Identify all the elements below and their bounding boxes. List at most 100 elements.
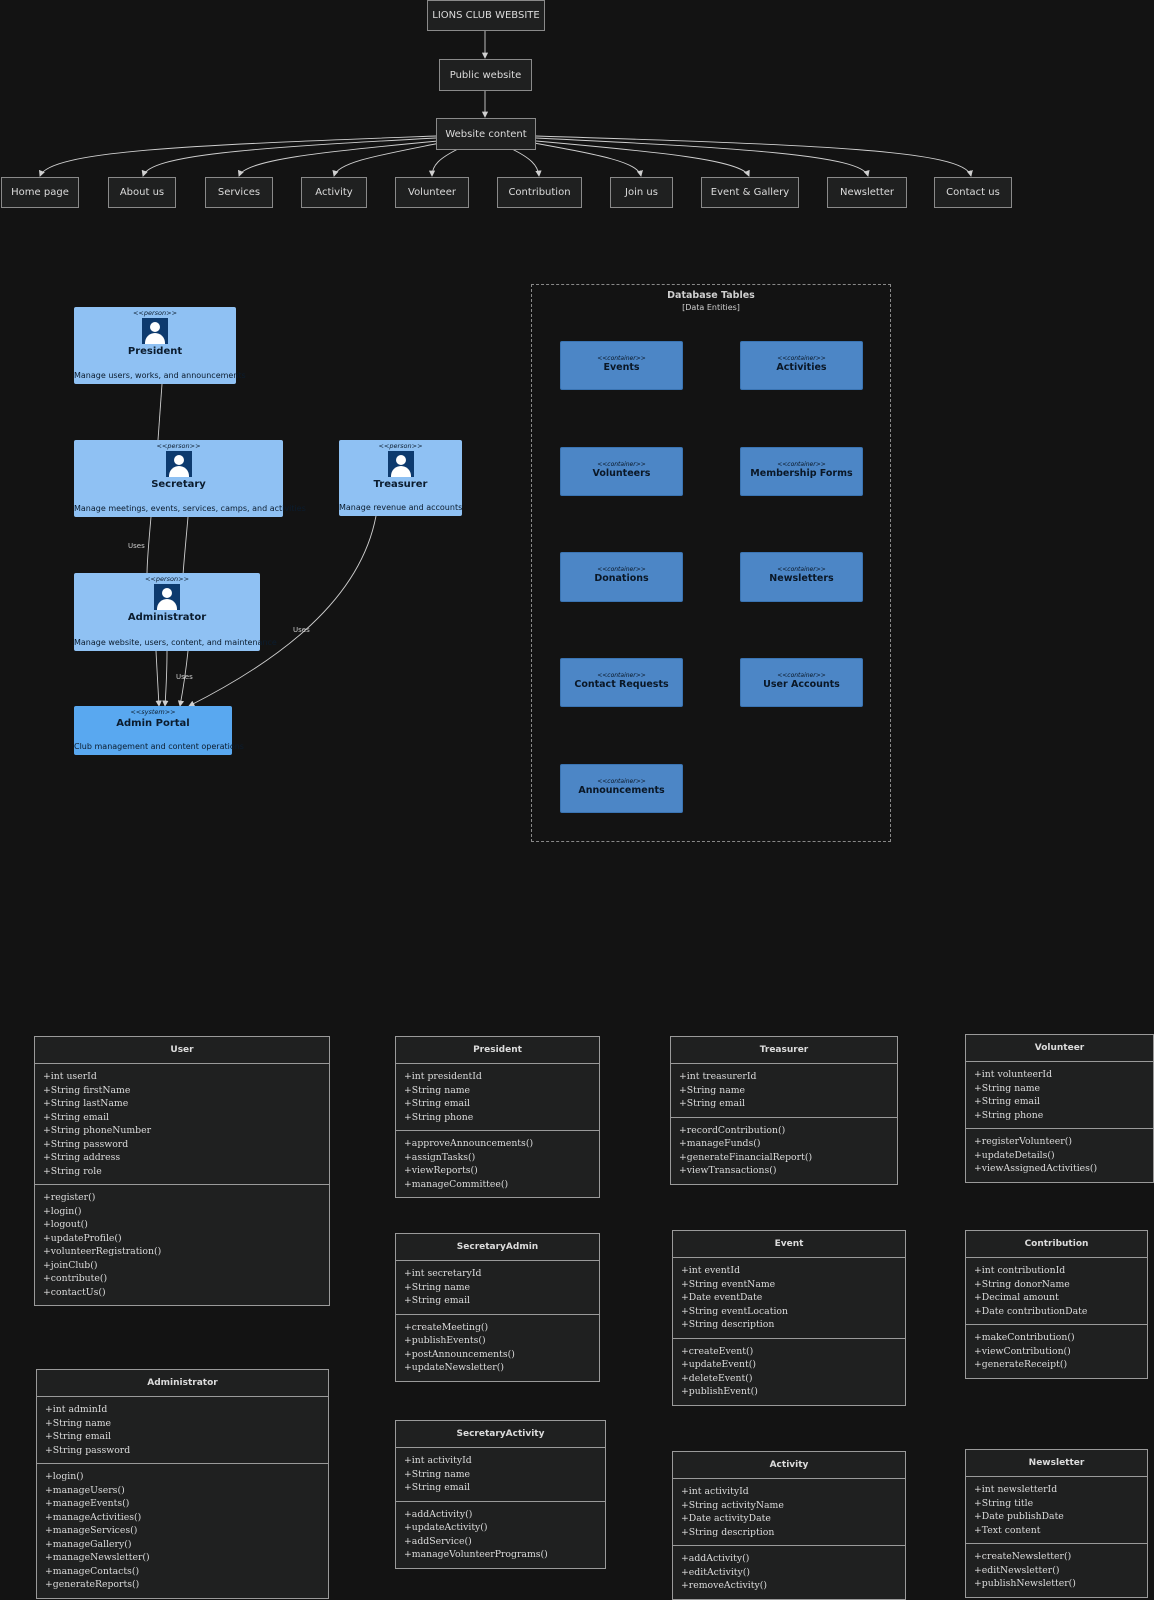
class-method: +addActivity() — [681, 1553, 750, 1564]
person-icon — [165, 451, 192, 477]
class-method: +updateNewsletter() — [404, 1362, 504, 1373]
class-attribute: +String email — [404, 1098, 471, 1109]
container-name: Newsletters — [769, 573, 834, 584]
class-secretary-activity: SecretaryActivity +int activityId +String … — [395, 1420, 606, 1569]
class-method: +generateFinancialReport() — [679, 1151, 813, 1163]
class-attribute: +String phone — [974, 1109, 1044, 1121]
flow-node-page: Services — [205, 177, 273, 208]
class-method: +manageGallery() — [45, 1538, 132, 1550]
class-methods-section: +registerVolunteer() +updateDetails() +vie… — [966, 1128, 1153, 1182]
class-administrator: Administrator +int adminId +String name +St… — [36, 1369, 329, 1599]
person-president: <<person>> President Manage users, works… — [74, 307, 246, 384]
class-name: Event — [673, 1231, 905, 1258]
class-attribute: +String name — [404, 1468, 471, 1480]
container-name: Contact Requests — [574, 679, 669, 690]
class-method: +manageNewsletter() — [45, 1552, 150, 1563]
class-methods-section: +makeContribution() +viewContribution() +g… — [966, 1324, 1147, 1378]
class-method: +postAnnouncements() — [404, 1348, 515, 1360]
container-user-accounts: <<container>> User Accounts — [740, 658, 863, 707]
class-attribute: +int userId — [43, 1071, 97, 1082]
class-attrs-section: +int activityId +String activityName +Date… — [673, 1479, 905, 1545]
stereotype-label: <<container>> — [777, 461, 826, 468]
stereotype-label: <<person>> — [378, 442, 423, 450]
person-icon — [387, 451, 414, 477]
class-president: President +int presidentId +String name +St… — [395, 1036, 600, 1198]
system-admin-portal: <<system>> Admin Portal Club management … — [74, 706, 244, 755]
class-method: +joinClub() — [43, 1259, 98, 1271]
class-method: +editNewsletter() — [974, 1564, 1060, 1576]
class-attribute: +String email — [404, 1482, 471, 1493]
class-attrs-section: +int newsletterId +String title +Date publ… — [966, 1477, 1147, 1543]
person-treasurer: <<person>> Treasurer Manage revenue and … — [339, 440, 462, 516]
class-attribute: +Date activityDate — [681, 1513, 771, 1524]
class-method: +manageActivities() — [45, 1511, 142, 1523]
class-contribution: Contribution +int contributionId +String d… — [965, 1230, 1148, 1379]
class-attribute: +String password — [43, 1138, 129, 1150]
class-method: +generateReceipt() — [974, 1359, 1068, 1370]
system-description: Club management and content operations — [74, 742, 244, 751]
class-name: SecretaryAdmin — [396, 1234, 599, 1261]
class-attribute: +String email — [974, 1096, 1041, 1107]
class-attribute: +Decimal amount — [974, 1292, 1059, 1303]
person-description: Manage website, users, content, and main… — [74, 638, 277, 647]
class-attribute: +String eventName — [681, 1278, 776, 1290]
class-attribute: +int adminId — [45, 1404, 108, 1415]
class-attribute: +int treasurerId — [679, 1071, 757, 1082]
class-name: President — [396, 1037, 599, 1064]
flow-node-page: Home page — [1, 177, 79, 208]
person-description: Manage revenue and accounts — [339, 503, 463, 512]
class-attribute: +Date publishDate — [974, 1511, 1064, 1522]
flow-node-page: Join us — [610, 177, 673, 208]
person-name: Secretary — [151, 479, 206, 490]
class-attribute: +String title — [974, 1497, 1034, 1509]
class-method: +removeActivity() — [681, 1580, 768, 1591]
class-attribute: +Date contributionDate — [974, 1305, 1088, 1317]
container-newsletters: <<container>> Newsletters — [740, 552, 863, 602]
class-method: +viewReports() — [404, 1165, 478, 1176]
flow-node-website-content: Website content — [436, 118, 536, 150]
person-description: Manage meetings, events, services, camps… — [74, 504, 306, 513]
class-newsletter: Newsletter +int newsletterId +String title… — [965, 1449, 1148, 1598]
class-attribute: +String role — [43, 1165, 102, 1177]
class-attrs-section: +int volunteerId +String name +String emai… — [966, 1062, 1153, 1128]
class-attribute: +String description — [681, 1526, 775, 1538]
container-name: Announcements — [578, 785, 665, 796]
relation-label: Uses — [176, 673, 193, 681]
class-name: Volunteer — [966, 1035, 1153, 1062]
class-method: +updateActivity() — [404, 1522, 488, 1533]
class-method: +volunteerRegistration() — [43, 1246, 162, 1257]
class-attribute: +Date eventDate — [681, 1292, 763, 1303]
class-user: User +int userId +String firstName +String … — [34, 1036, 330, 1306]
stereotype-label: <<container>> — [597, 566, 646, 573]
class-attribute: +String name — [404, 1281, 471, 1293]
class-attribute: +String email — [679, 1098, 746, 1109]
container-name: Volunteers — [592, 468, 651, 479]
class-method: +login() — [45, 1471, 84, 1482]
class-method: +contribute() — [43, 1273, 108, 1284]
class-attribute: +int eventId — [681, 1265, 741, 1276]
class-attribute: +String phoneNumber — [43, 1125, 152, 1136]
class-attrs-section: +int userId +String firstName +String last… — [35, 1064, 329, 1184]
class-method: +updateProfile() — [43, 1232, 122, 1244]
class-method: +manageFunds() — [679, 1138, 761, 1149]
class-attribute: +Text content — [974, 1524, 1041, 1536]
class-methods-section: +register() +login() +logout() +updateProfi… — [35, 1184, 329, 1305]
class-attribute: +String address — [43, 1152, 121, 1163]
person-name: President — [127, 346, 183, 357]
relation-label: Uses — [128, 542, 145, 550]
class-attribute: +String description — [681, 1319, 775, 1330]
class-attribute: +String name — [404, 1084, 471, 1096]
class-methods-section: +createNewsletter() +editNewsletter() +pub… — [966, 1543, 1147, 1597]
class-method: +publishNewsletter() — [974, 1578, 1076, 1589]
system-name: Admin Portal — [116, 718, 190, 729]
flow-node-page: About us — [108, 177, 176, 208]
class-method: +createMeeting() — [404, 1321, 489, 1333]
class-method: +manageVolunteerPrograms() — [404, 1549, 548, 1560]
class-attribute: +String lastName — [43, 1098, 129, 1109]
person-name: Administrator — [127, 612, 207, 623]
stereotype-label: <<person>> — [156, 442, 201, 450]
container-name: Events — [603, 362, 640, 373]
class-attribute: +int volunteerId — [974, 1069, 1053, 1080]
class-methods-section: +addActivity() +editActivity() +removeActi… — [673, 1545, 905, 1599]
flow-node-page: Newsletter — [827, 177, 907, 208]
